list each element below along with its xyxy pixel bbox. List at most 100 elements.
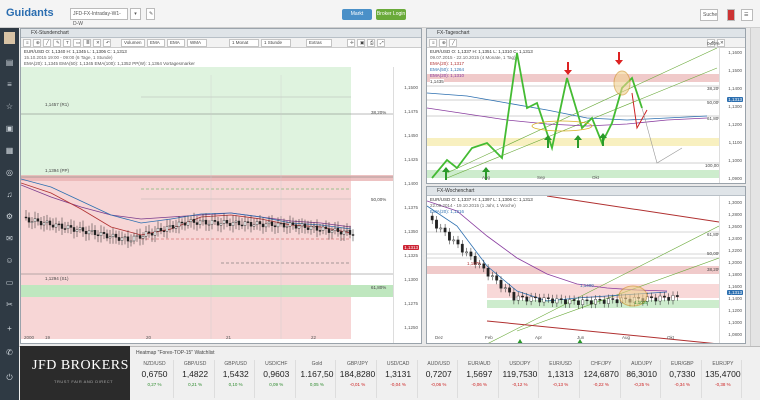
watchlist-price: 1.167,50 bbox=[300, 369, 334, 379]
watchlist-item[interactable]: Gold 1.167,50 0,05 % bbox=[298, 360, 337, 398]
broker-login-button[interactable]: Broker Login bbox=[376, 9, 406, 20]
watchlist-symbol: AUD/USD bbox=[427, 361, 450, 367]
watchlist-item[interactable]: USD/JPY 119,7530 -0,12 % bbox=[501, 360, 540, 398]
ema-button-2[interactable]: EMA bbox=[167, 39, 185, 47]
toolbar-pen-icon[interactable]: ✎ bbox=[53, 39, 61, 47]
daily-chart-canvas[interactable] bbox=[427, 48, 719, 184]
watchlist-item[interactable]: EUR/USD 1,1313 -0,13 % bbox=[542, 360, 580, 398]
x-tick: Aug bbox=[622, 335, 631, 340]
workspace-action-icon[interactable]: ✎ bbox=[146, 8, 155, 20]
watchlist-item[interactable]: EUR/JPY 135,4700 -0,38 % bbox=[704, 360, 743, 398]
watchlist-item[interactable]: EUR/GBP 0,7330 -0,34 % bbox=[664, 360, 702, 398]
chart-legend-ema20: EMA(20): 1,1216 bbox=[430, 209, 465, 214]
watchlist-price: 1,5697 bbox=[466, 369, 493, 379]
toolbar-save-icon[interactable]: ▣ bbox=[357, 39, 365, 47]
watchlist-item[interactable]: AUD/JPY 86,3010 -0,25 % bbox=[623, 360, 662, 398]
toolbar-line-icon[interactable]: ╱ bbox=[43, 39, 51, 47]
list-icon[interactable]: ≡ bbox=[4, 80, 15, 89]
folder-icon[interactable]: ▭ bbox=[4, 278, 15, 287]
x-tick: Aug bbox=[482, 175, 491, 180]
x-tick: 20 bbox=[146, 335, 152, 340]
watchlist-item[interactable]: EUR/AUD 1,5697 -0,06 % bbox=[461, 360, 499, 398]
toolbar-shape-icon[interactable]: ▭ bbox=[73, 39, 81, 47]
flag-icon[interactable] bbox=[727, 9, 735, 21]
ema-button-1[interactable]: EMA bbox=[147, 39, 165, 47]
workspace-select[interactable]: JFD-FX-Intraday-W1-D-W bbox=[70, 8, 128, 27]
watchlist-item[interactable]: GBP/USD 1,5432 0,10 % bbox=[217, 360, 256, 398]
extras-button[interactable]: Extras bbox=[306, 39, 332, 47]
briefcase-icon[interactable]: ▣ bbox=[4, 124, 15, 133]
wma-button[interactable]: WMA bbox=[187, 39, 207, 47]
toolbar-print-icon[interactable]: ⎙ bbox=[367, 39, 375, 47]
star-icon[interactable]: ☆ bbox=[4, 102, 15, 111]
range-select[interactable]: 1 Monat bbox=[229, 39, 259, 47]
watchlist-change: -0,01 % bbox=[349, 382, 366, 387]
y-axis: 1,3000 1,2800 1,2600 1,2400 1,2200 1,200… bbox=[719, 196, 745, 343]
x-tick: Okt bbox=[592, 175, 600, 180]
group-icon[interactable]: ◎ bbox=[4, 168, 15, 177]
watchlist-price: 0,7207 bbox=[425, 369, 452, 379]
price-tag: 1,1313 bbox=[727, 97, 743, 102]
watchlist-change: 0,10 % bbox=[228, 382, 243, 387]
settings-icon[interactable]: ⚙ bbox=[4, 212, 15, 221]
panel-title: FX-Wochenchart bbox=[427, 187, 745, 196]
weekly-chart-canvas[interactable] bbox=[427, 196, 719, 344]
toolbar-undo-icon[interactable]: ↶ bbox=[103, 39, 111, 47]
watchlist-item[interactable]: CHF/JPY 124,6870 -0,22 % bbox=[583, 360, 621, 398]
hourly-chart-canvas[interactable] bbox=[21, 67, 393, 339]
pp-label: 1,1394 (PP) bbox=[45, 168, 70, 173]
page-scrollbar[interactable] bbox=[750, 28, 760, 346]
search-button[interactable]: Suche bbox=[700, 9, 718, 21]
watchlist-symbol: CHF/JPY bbox=[590, 361, 612, 367]
news-icon[interactable]: ▦ bbox=[4, 146, 15, 155]
fib-label: 0,00% bbox=[707, 41, 720, 46]
watchlist-change: -0,34 % bbox=[674, 382, 691, 387]
workspace-dropdown-icon[interactable]: ▾ bbox=[130, 8, 141, 20]
toolbar-text-icon[interactable]: T bbox=[63, 39, 71, 47]
avatar[interactable] bbox=[4, 32, 15, 44]
watchlist-price: 0,7330 bbox=[669, 369, 696, 379]
toolbar-expand-icon[interactable]: ⤢ bbox=[377, 39, 385, 47]
toolbar-menu-icon[interactable]: ≡ bbox=[23, 39, 31, 47]
chart-legend-ohlc: EUR/USD O: 1,1337 H: 1,1351 L: 1,1310 C:… bbox=[430, 49, 533, 54]
watchlist-change: 0,05 % bbox=[309, 382, 324, 387]
broker-banner[interactable]: JFD BROKERS TRUST FAIR AND DIRECT bbox=[20, 346, 130, 400]
toolbar-zoom-icon[interactable]: ⊕ bbox=[33, 39, 41, 47]
watchlist-price: 0,9603 bbox=[263, 369, 290, 379]
watchlist-change: -0,06 % bbox=[430, 382, 447, 387]
chat-icon[interactable]: ✆ bbox=[4, 348, 15, 357]
watchlist-symbol: EUR/USD bbox=[549, 361, 572, 367]
watchlist-change: -0,38 % bbox=[715, 382, 731, 387]
level-label: 1,1435 bbox=[430, 79, 444, 84]
markt-button[interactable]: Markt bbox=[342, 9, 372, 20]
mail-icon[interactable]: ✉ bbox=[4, 234, 15, 243]
watchlist-item[interactable]: GBP/USD 1,4822 0,21 % bbox=[177, 360, 215, 398]
level-label: 1,1025 bbox=[634, 300, 648, 305]
level-label: 1,1875 bbox=[467, 261, 481, 266]
chart-legend-ohlc: EUR/USD O: 1,1337 H: 1,1397 L: 1,1306 C:… bbox=[430, 197, 533, 202]
watchlist-item[interactable]: USD/CHF 0,9603 0,09 % bbox=[258, 360, 296, 398]
chart-icon[interactable]: ▤ bbox=[4, 58, 15, 67]
toolbar-cross-icon[interactable]: ✛ bbox=[347, 39, 355, 47]
fib-label-3: 61,80% bbox=[371, 285, 387, 290]
watchlist-symbol: AUD/JPY bbox=[631, 361, 653, 367]
menu-icon[interactable]: ☰ bbox=[741, 9, 753, 21]
toolbar-fib-icon[interactable]: ≣ bbox=[83, 39, 91, 47]
toolbar-trash-icon[interactable]: ✕ bbox=[93, 39, 101, 47]
toolbar-zoom-icon[interactable]: ⊕ bbox=[439, 39, 447, 47]
toolbar-menu-icon[interactable]: ≡ bbox=[429, 39, 437, 47]
x-tick: 19 bbox=[45, 335, 51, 340]
volume-button[interactable]: Volumen bbox=[121, 39, 145, 47]
power-icon[interactable]: ⏻ bbox=[4, 373, 15, 382]
watchlist-item[interactable]: GBP/JPY 184,8280 -0,01 % bbox=[339, 360, 377, 398]
bell-icon[interactable]: ♫ bbox=[4, 190, 15, 199]
interval-select[interactable]: 1 Stunde bbox=[261, 39, 291, 47]
tools-icon[interactable]: ✂ bbox=[4, 300, 15, 309]
watchlist-item[interactable]: NZD/USD 0,6750 0,27 % bbox=[136, 360, 174, 398]
toolbar-line-icon[interactable]: ╱ bbox=[449, 39, 457, 47]
add-icon[interactable]: + bbox=[4, 324, 15, 333]
watchlist-item[interactable]: USD/CAD 1,3131 -0,04 % bbox=[380, 360, 418, 398]
app-logo[interactable]: Guidants bbox=[6, 7, 54, 19]
person-icon[interactable]: ☺ bbox=[4, 256, 15, 265]
watchlist-item[interactable]: AUD/USD 0,7207 -0,06 % bbox=[420, 360, 459, 398]
